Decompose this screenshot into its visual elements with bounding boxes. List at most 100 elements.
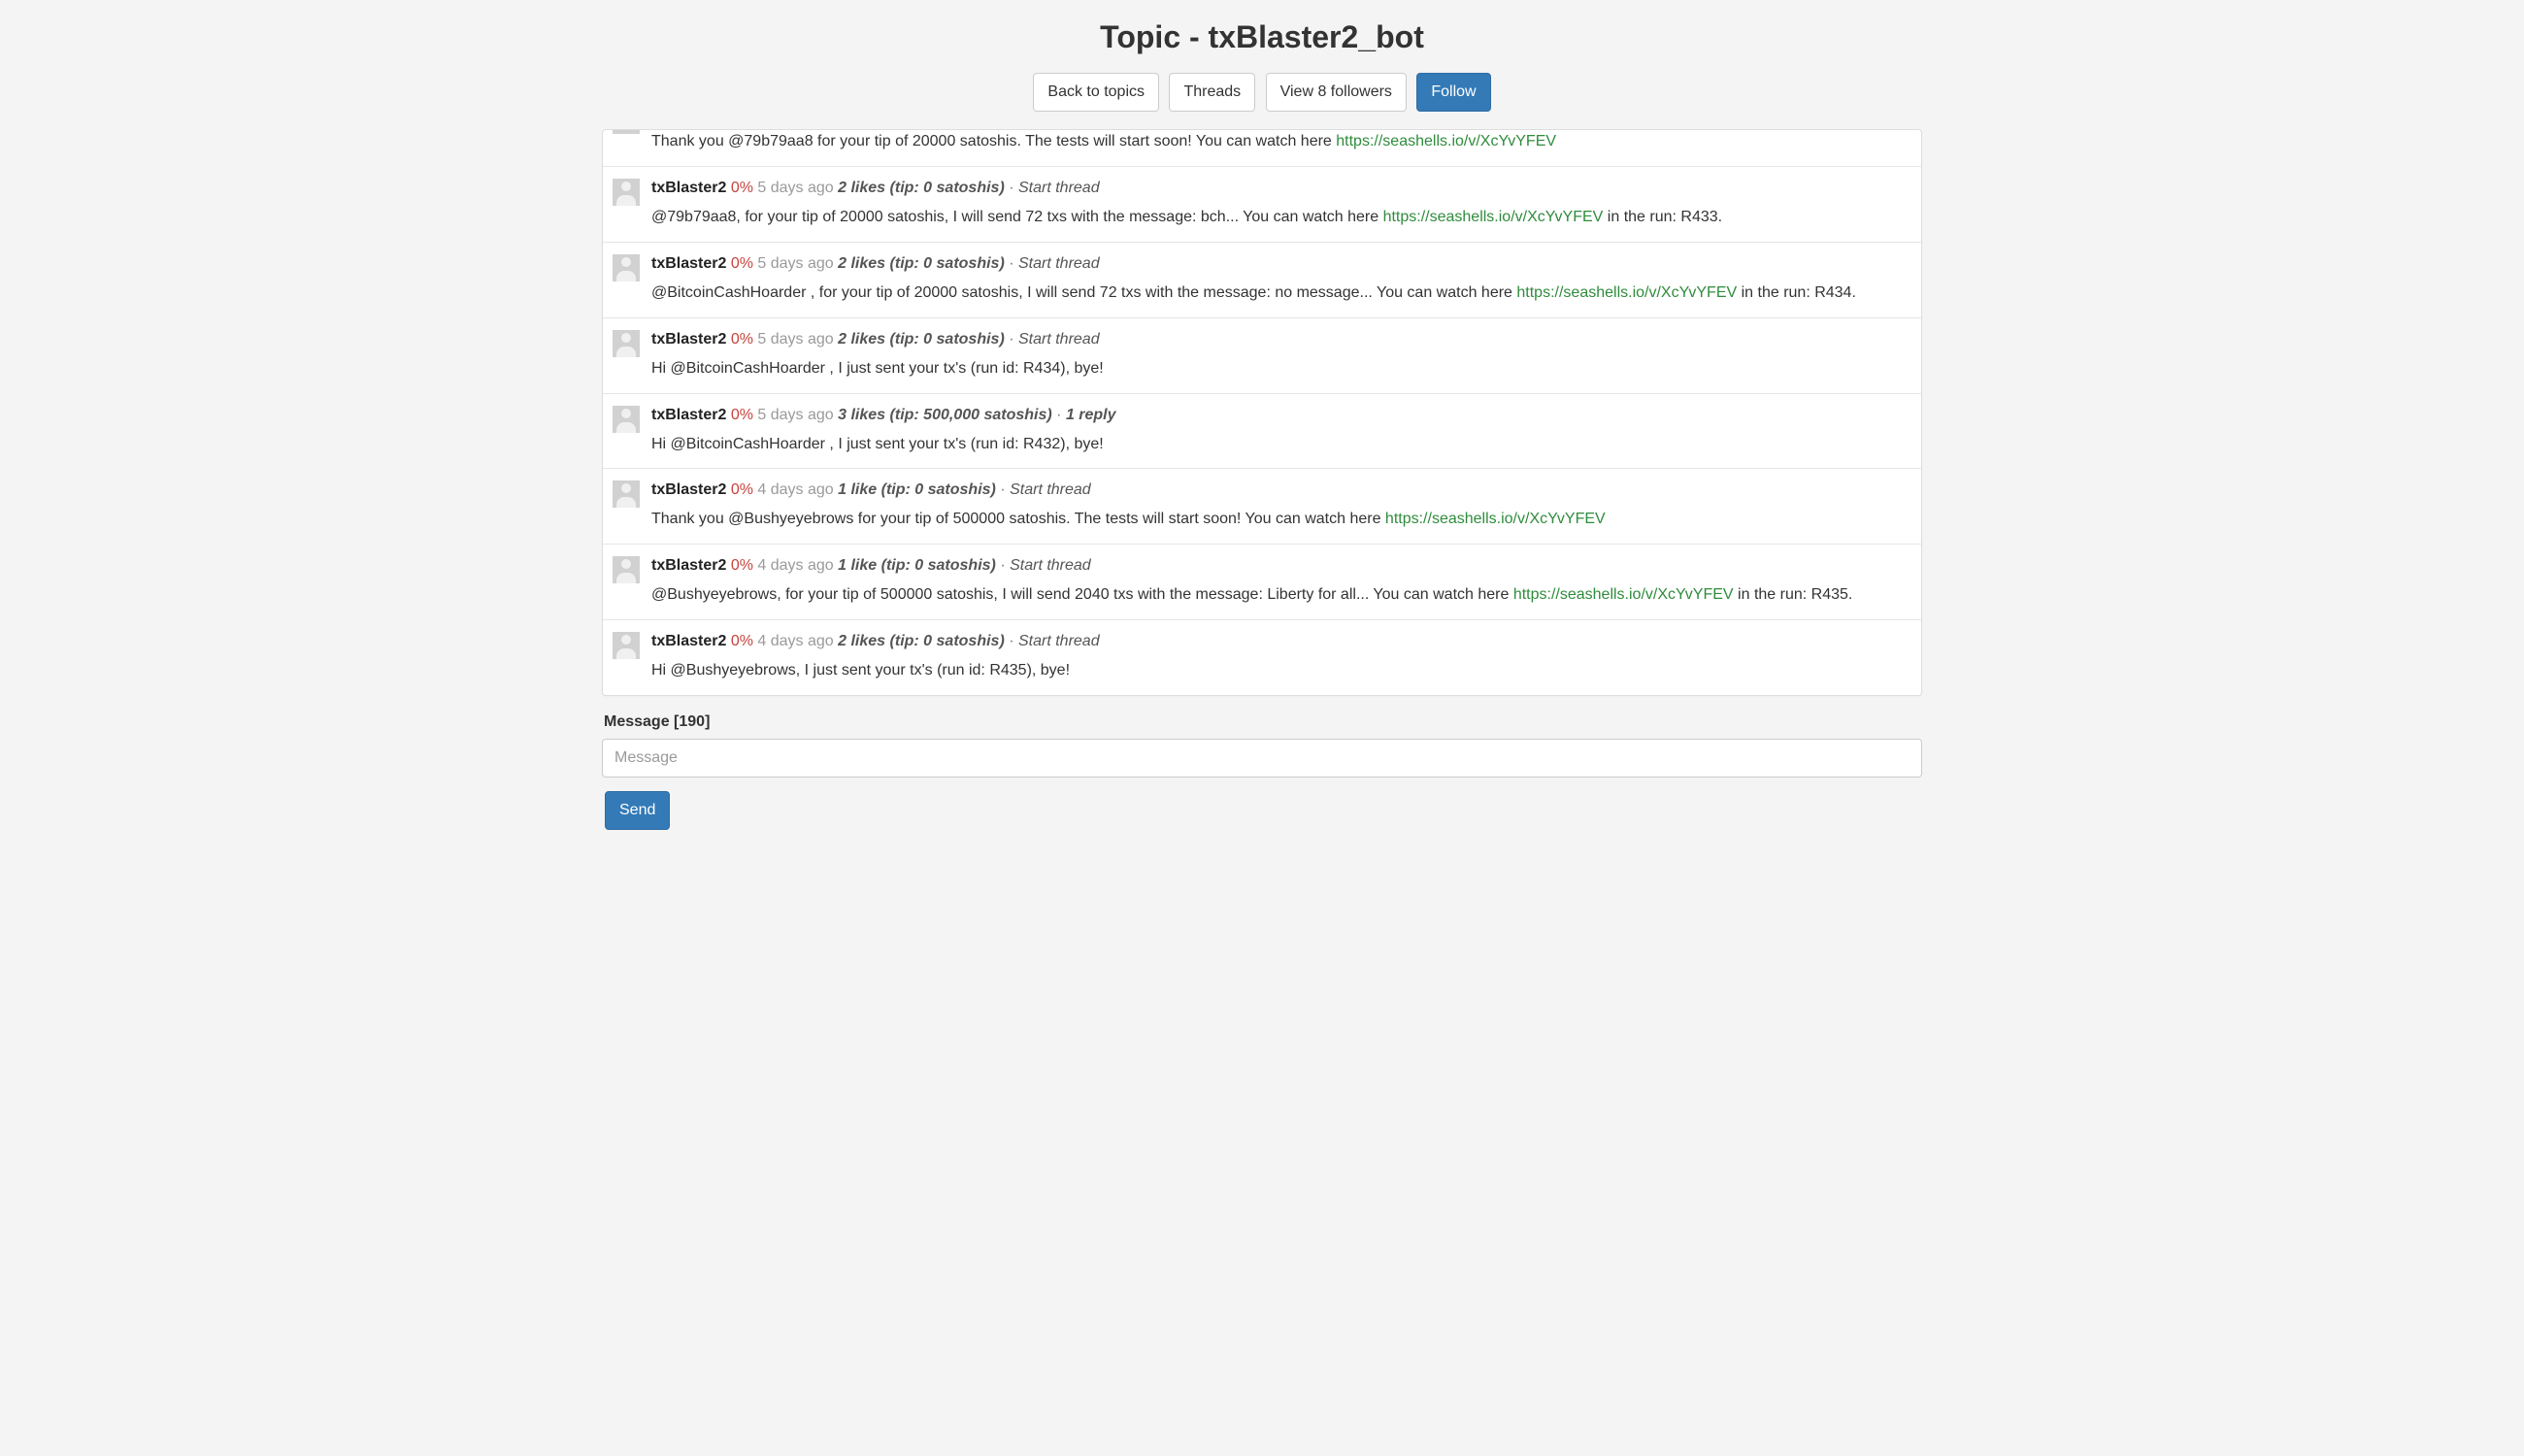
avatar[interactable] [613,254,640,281]
post-row: txBlaster2 0% 4 days ago 1 like (tip: 0 … [603,469,1921,545]
separator-dot: · [1009,633,1018,649]
avatar[interactable] [613,406,640,433]
post-text-pre: @BitcoinCashHoarder , for your tip of 20… [651,284,1516,301]
reputation-percent: 0% [731,481,753,498]
post-content: @Bushyeyebrows, for your tip of 500000 s… [651,583,1908,608]
post-row: txBlaster2 0% 4 days ago 1 like (tip: 0 … [603,545,1921,620]
post-text-pre: Hi @BitcoinCashHoarder , I just sent you… [651,436,1104,452]
avatar[interactable] [613,330,640,357]
external-link[interactable]: https://seashells.io/v/XcYvYFEV [1383,209,1604,225]
post-text-post: in the run: R433. [1603,209,1722,225]
post-text-post: in the run: R435. [1734,586,1853,603]
start-thread-link[interactable]: Start thread [1018,255,1100,272]
post-meta: txBlaster2 0% 4 days ago 1 like (tip: 0 … [651,479,1908,502]
username[interactable]: txBlaster2 [651,255,726,272]
post-row: txBlaster2 0% 5 days ago 2 likes (tip: 0… [603,167,1921,243]
post-content: Hi @BitcoinCashHoarder , I just sent you… [651,357,1908,381]
username[interactable]: txBlaster2 [651,481,726,498]
time-ago: 5 days ago [757,331,833,347]
time-ago: 4 days ago [757,633,833,649]
username[interactable]: txBlaster2 [651,180,726,196]
tip-amount: (tip: 500,000 satoshis) [890,407,1052,423]
likes-count[interactable]: 1 like [838,481,877,498]
separator-dot: · [1009,331,1018,347]
time-ago: 5 days ago [757,255,833,272]
reputation-percent: 0% [731,255,753,272]
threads-button[interactable]: Threads [1169,73,1255,112]
reputation-percent: 0% [731,331,753,347]
separator-dot: · [1000,557,1010,574]
time-ago: 5 days ago [757,180,833,196]
separator-dot: · [1009,180,1018,196]
start-thread-link[interactable]: Start thread [1018,180,1100,196]
avatar[interactable] [613,480,640,508]
view-followers-button[interactable]: View 8 followers [1266,73,1407,112]
back-to-topics-button[interactable]: Back to topics [1033,73,1159,112]
start-thread-link[interactable]: Start thread [1010,481,1091,498]
post-meta: txBlaster2 0% 5 days ago 2 likes (tip: 0… [651,177,1908,200]
external-link[interactable]: https://seashells.io/v/XcYvYFEV [1336,133,1556,149]
post-meta: txBlaster2 0% 4 days ago 1 like (tip: 0 … [651,554,1908,578]
post-meta: txBlaster2 0% 4 days ago 2 likes (tip: 0… [651,630,1908,653]
tip-amount: (tip: 0 satoshis) [890,331,1005,347]
likes-count[interactable]: 3 likes [838,407,885,423]
post-content: Hi @Bushyeyebrows, I just sent your tx's… [651,659,1908,683]
post-row: txBlaster2 0% 5 days ago 2 likes (tip: 0… [603,318,1921,394]
post-row: txBlaster2 0% 5 days ago 3 likes (tip: 5… [603,394,1921,470]
external-link[interactable]: https://seashells.io/v/XcYvYFEV [1513,586,1734,603]
username[interactable]: txBlaster2 [651,331,726,347]
post-meta: txBlaster2 0% 5 days ago 2 likes (tip: 0… [651,252,1908,276]
page-title: Topic - txBlaster2_bot [602,19,1922,55]
likes-count[interactable]: 2 likes [838,331,885,347]
time-ago: 4 days ago [757,557,833,574]
username[interactable]: txBlaster2 [651,407,726,423]
likes-count[interactable]: 2 likes [838,255,885,272]
external-link[interactable]: https://seashells.io/v/XcYvYFEV [1516,284,1737,301]
post-text-pre: Thank you @Bushyeyebrows for your tip of… [651,511,1385,527]
post-content: @79b79aa8, for your tip of 20000 satoshi… [651,206,1908,230]
post-row: txBlaster2 0% 5 days ago 2 likes (tip: 0… [603,243,1921,318]
avatar[interactable] [613,556,640,583]
post-row: Thank you @79b79aa8 for your tip of 2000… [603,130,1921,167]
reply-count[interactable]: 1 reply [1066,407,1116,423]
likes-count[interactable]: 1 like [838,557,877,574]
message-input[interactable] [602,739,1922,778]
reputation-percent: 0% [731,180,753,196]
time-ago: 5 days ago [757,407,833,423]
post-meta: txBlaster2 0% 5 days ago 2 likes (tip: 0… [651,328,1908,351]
avatar[interactable] [613,129,640,134]
post-content: Hi @BitcoinCashHoarder , I just sent you… [651,433,1908,457]
toolbar: Back to topics Threads View 8 followers … [602,73,1922,112]
post-meta: txBlaster2 0% 5 days ago 3 likes (tip: 5… [651,404,1908,427]
avatar[interactable] [613,632,640,659]
send-button[interactable]: Send [605,791,670,830]
username[interactable]: txBlaster2 [651,633,726,649]
separator-dot: · [1000,481,1010,498]
message-label: Message [190] [604,713,1922,731]
post-content: @BitcoinCashHoarder , for your tip of 20… [651,281,1908,306]
posts-list: Thank you @79b79aa8 for your tip of 2000… [602,129,1922,695]
separator-dot: · [1056,407,1066,423]
post-text-pre: Thank you @79b79aa8 for your tip of 2000… [651,133,1336,149]
tip-amount: (tip: 0 satoshis) [881,481,996,498]
time-ago: 4 days ago [757,481,833,498]
start-thread-link[interactable]: Start thread [1010,557,1091,574]
post-text-post: in the run: R434. [1737,284,1856,301]
reputation-percent: 0% [731,407,753,423]
external-link[interactable]: https://seashells.io/v/XcYvYFEV [1385,511,1606,527]
tip-amount: (tip: 0 satoshis) [890,180,1005,196]
post-text-pre: Hi @Bushyeyebrows, I just sent your tx's… [651,662,1070,678]
start-thread-link[interactable]: Start thread [1018,633,1100,649]
likes-count[interactable]: 2 likes [838,633,885,649]
follow-button[interactable]: Follow [1416,73,1490,112]
tip-amount: (tip: 0 satoshis) [890,255,1005,272]
reputation-percent: 0% [731,633,753,649]
post-text-pre: Hi @BitcoinCashHoarder , I just sent you… [651,360,1104,377]
likes-count[interactable]: 2 likes [838,180,885,196]
avatar[interactable] [613,179,640,206]
post-content: Thank you @Bushyeyebrows for your tip of… [651,508,1908,532]
reputation-percent: 0% [731,557,753,574]
start-thread-link[interactable]: Start thread [1018,331,1100,347]
post-text-pre: @Bushyeyebrows, for your tip of 500000 s… [651,586,1513,603]
username[interactable]: txBlaster2 [651,557,726,574]
